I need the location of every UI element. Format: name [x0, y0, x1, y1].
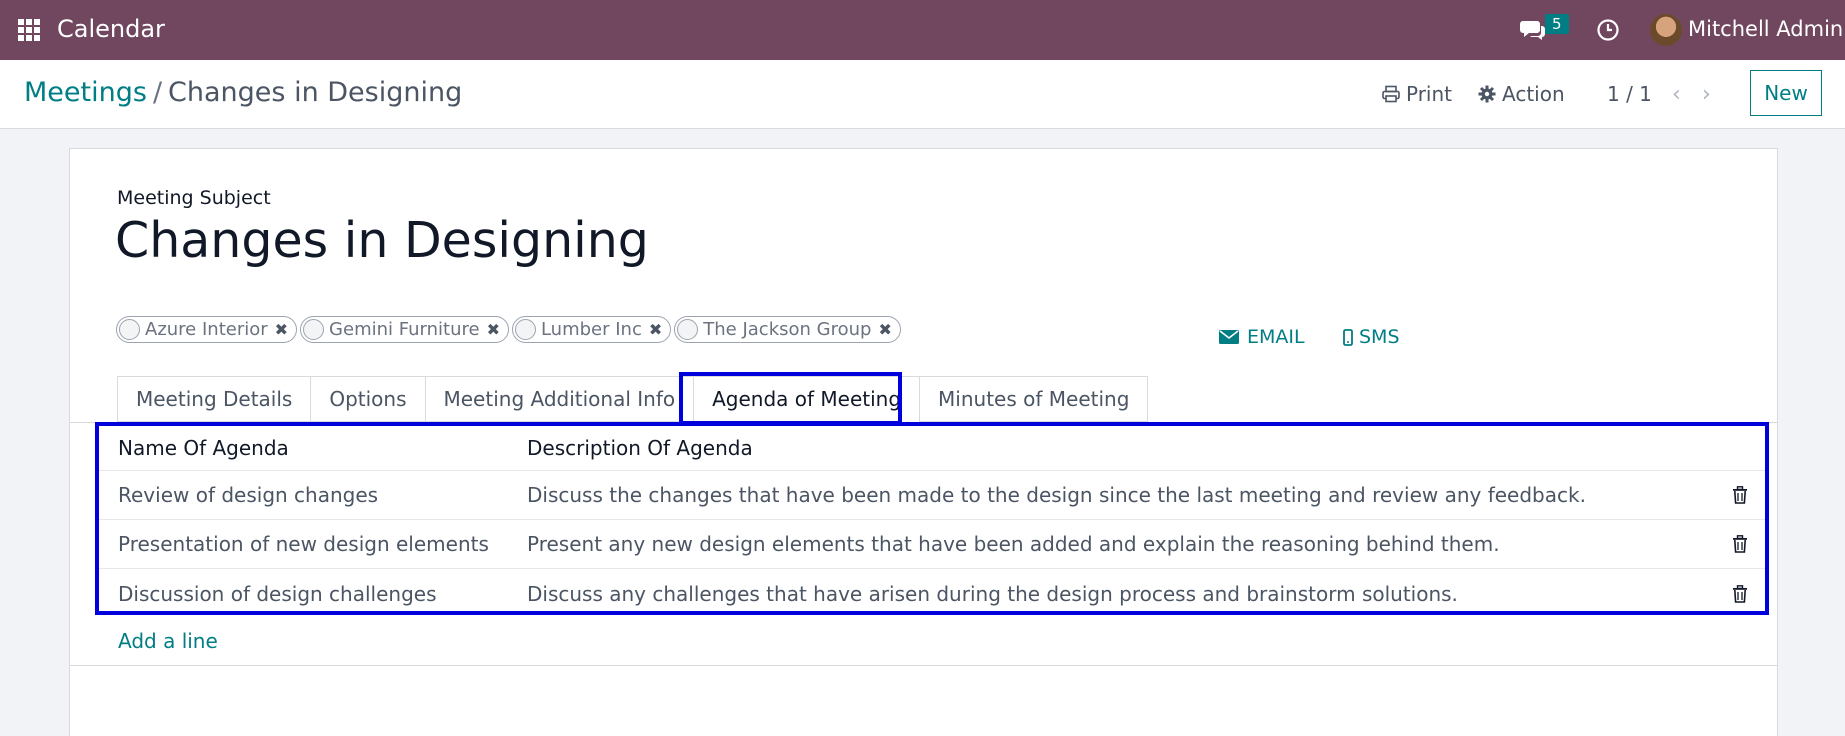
close-icon[interactable]: ✖ [649, 320, 662, 339]
form-tabs: Meeting Details Options Meeting Addition… [117, 376, 1149, 422]
printer-icon [1382, 85, 1400, 103]
tab-meeting-additional-info[interactable]: Meeting Additional Info [424, 376, 694, 422]
attendee-avatar-icon [119, 319, 140, 340]
meeting-subject-field[interactable]: Changes in Designing [115, 212, 649, 269]
section-divider [69, 665, 1778, 666]
attendee-tag[interactable]: Gemini Furniture ✖ [300, 316, 509, 343]
apps-grid-icon[interactable] [18, 19, 40, 41]
chat-count-badge: 5 [1545, 14, 1569, 34]
tab-meeting-details[interactable]: Meeting Details [117, 376, 311, 422]
user-avatar[interactable] [1650, 14, 1682, 46]
top-navbar: Calendar 5 Mitchell Admin [0, 0, 1845, 60]
action-button[interactable]: Action [1478, 82, 1565, 106]
breadcrumb-meetings-link[interactable]: Meetings [24, 77, 147, 108]
email-label: EMAIL [1247, 326, 1305, 348]
attendee-avatar-icon [514, 319, 536, 340]
mobile-icon [1343, 328, 1353, 346]
highlight-box-table [95, 422, 1769, 615]
envelope-icon [1219, 330, 1239, 344]
chat-icon[interactable] [1520, 18, 1546, 42]
add-line-link[interactable]: Add a line [118, 629, 218, 653]
gear-icon [1478, 85, 1496, 103]
tab-minutes-of-meeting[interactable]: Minutes of Meeting [919, 376, 1149, 422]
highlight-box-tab [679, 372, 902, 425]
chevron-left-icon[interactable]: ‹ [1672, 82, 1681, 107]
action-label: Action [1502, 82, 1565, 106]
close-icon[interactable]: ✖ [275, 320, 288, 339]
print-button[interactable]: Print [1382, 82, 1452, 106]
attendee-tag[interactable]: Lumber Inc ✖ [511, 316, 672, 343]
chevron-right-icon[interactable]: › [1702, 82, 1711, 107]
clock-icon[interactable] [1596, 18, 1620, 42]
breadcrumb-current: Changes in Designing [168, 77, 463, 108]
attendee-tag[interactable]: The Jackson Group ✖ [674, 316, 901, 343]
attendee-name: Gemini Furniture [329, 319, 480, 340]
meeting-subject-label: Meeting Subject [117, 187, 271, 209]
pager-value[interactable]: 1 / 1 [1607, 82, 1652, 106]
tab-options[interactable]: Options [310, 376, 425, 422]
attendees-tags[interactable]: Azure Interior ✖ Gemini Furniture ✖ Lumb… [116, 316, 901, 343]
close-icon[interactable]: ✖ [878, 320, 891, 339]
new-button[interactable]: New [1750, 70, 1822, 116]
breadcrumb: Meetings / Changes in Designing [24, 77, 462, 108]
app-title[interactable]: Calendar [57, 15, 165, 43]
user-name[interactable]: Mitchell Admin [1688, 17, 1843, 41]
attendee-name: Azure Interior [145, 319, 268, 340]
attendee-tag[interactable]: Azure Interior ✖ [116, 316, 298, 343]
breadcrumb-separator: / [152, 77, 163, 108]
email-button[interactable]: EMAIL [1219, 326, 1305, 348]
print-label: Print [1406, 82, 1453, 106]
sms-label: SMS [1359, 326, 1400, 348]
attendee-avatar-icon [677, 319, 699, 340]
attendee-name: The Jackson Group [703, 319, 872, 340]
control-panel: Meetings / Changes in Designing Print Acti… [0, 60, 1845, 129]
sms-button[interactable]: SMS [1343, 326, 1400, 348]
attendee-name: Lumber Inc [540, 319, 642, 340]
attendee-avatar-icon [303, 319, 325, 340]
close-icon[interactable]: ✖ [487, 320, 500, 339]
